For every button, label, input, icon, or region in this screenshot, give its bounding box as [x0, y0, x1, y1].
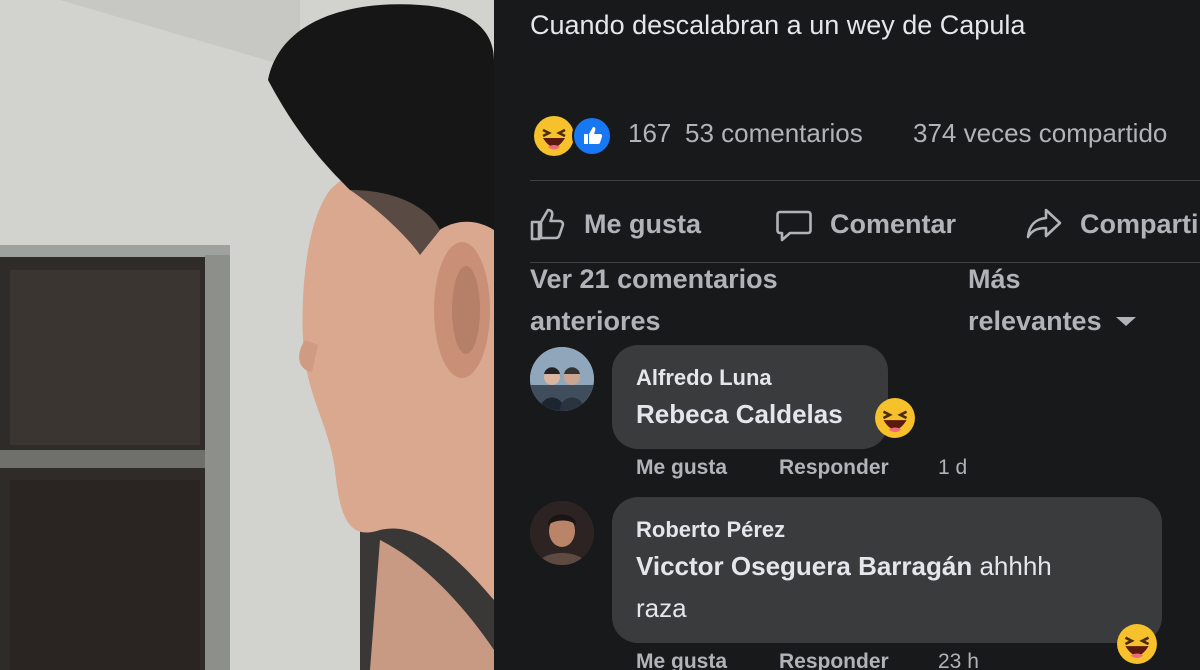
- comment-timestamp[interactable]: 23 h: [938, 650, 979, 670]
- comment-button-label: Comentar: [830, 208, 957, 239]
- comment-icon: [776, 210, 812, 242]
- sort-label-line2: relevantes: [968, 306, 1102, 336]
- comment-reply-link[interactable]: Responder: [779, 650, 889, 670]
- comment-like-link[interactable]: Me gusta: [636, 650, 727, 670]
- post-caption: Cuando descalabran a un wey de Capula: [530, 10, 1026, 40]
- haha-icon: [874, 397, 916, 439]
- chevron-down-icon: [1115, 316, 1136, 326]
- comment-bubble[interactable]: Alfredo Luna Rebeca Caldelas: [612, 345, 888, 449]
- comment-body: ahhhh: [979, 551, 1052, 581]
- haha-icon: [1116, 623, 1158, 665]
- sort-comments-dropdown[interactable]: Más relevantes: [968, 258, 1136, 342]
- thumbs-up-icon: [530, 208, 565, 241]
- post-panel: Cuando descalabran a un wey de Capula 16…: [494, 0, 1200, 670]
- comment-button[interactable]: Comentar: [774, 200, 956, 248]
- comment-mention[interactable]: Rebeca Caldelas: [636, 399, 843, 429]
- comment-author[interactable]: Alfredo Luna: [636, 365, 772, 391]
- avatar[interactable]: [530, 501, 594, 565]
- comments-count[interactable]: 53 comentarios: [685, 118, 863, 149]
- photo-illustration: [0, 0, 494, 670]
- share-icon: [1026, 208, 1062, 239]
- sort-label-line1: Más: [968, 264, 1021, 294]
- comment-bubble[interactable]: Roberto Pérez Vicctor Oseguera Barragán …: [612, 497, 1162, 643]
- comment-timestamp[interactable]: 1 d: [938, 456, 967, 480]
- comment-author[interactable]: Roberto Pérez: [636, 517, 785, 543]
- share-button[interactable]: Compartir: [1024, 200, 1200, 248]
- like-icon[interactable]: [572, 116, 612, 156]
- comment-text: Rebeca Caldelas: [636, 399, 843, 430]
- shares-count[interactable]: 374 veces compartido: [913, 118, 1167, 149]
- comment-mention[interactable]: Vicctor Oseguera Barragán: [636, 551, 972, 581]
- reactions-count[interactable]: 167: [628, 118, 670, 149]
- comment-like-link[interactable]: Me gusta: [636, 456, 727, 480]
- haha-icon[interactable]: [534, 116, 574, 156]
- share-button-label: Compartir: [1080, 208, 1200, 239]
- divider-top: [530, 180, 1200, 181]
- post-photo[interactable]: [0, 0, 494, 670]
- like-button[interactable]: Me gusta: [528, 200, 701, 248]
- view-previous-comments-label: Ver 21 comentarios anteriores: [530, 264, 778, 336]
- comment-text-line2: raza: [636, 593, 687, 623]
- avatar[interactable]: [530, 347, 594, 411]
- comment-text: Vicctor Oseguera Barragán ahhhh: [636, 551, 1052, 582]
- like-button-label: Me gusta: [584, 208, 702, 239]
- comment-reply-link[interactable]: Responder: [779, 456, 889, 480]
- view-previous-comments-link[interactable]: Ver 21 comentarios anteriores: [530, 258, 830, 342]
